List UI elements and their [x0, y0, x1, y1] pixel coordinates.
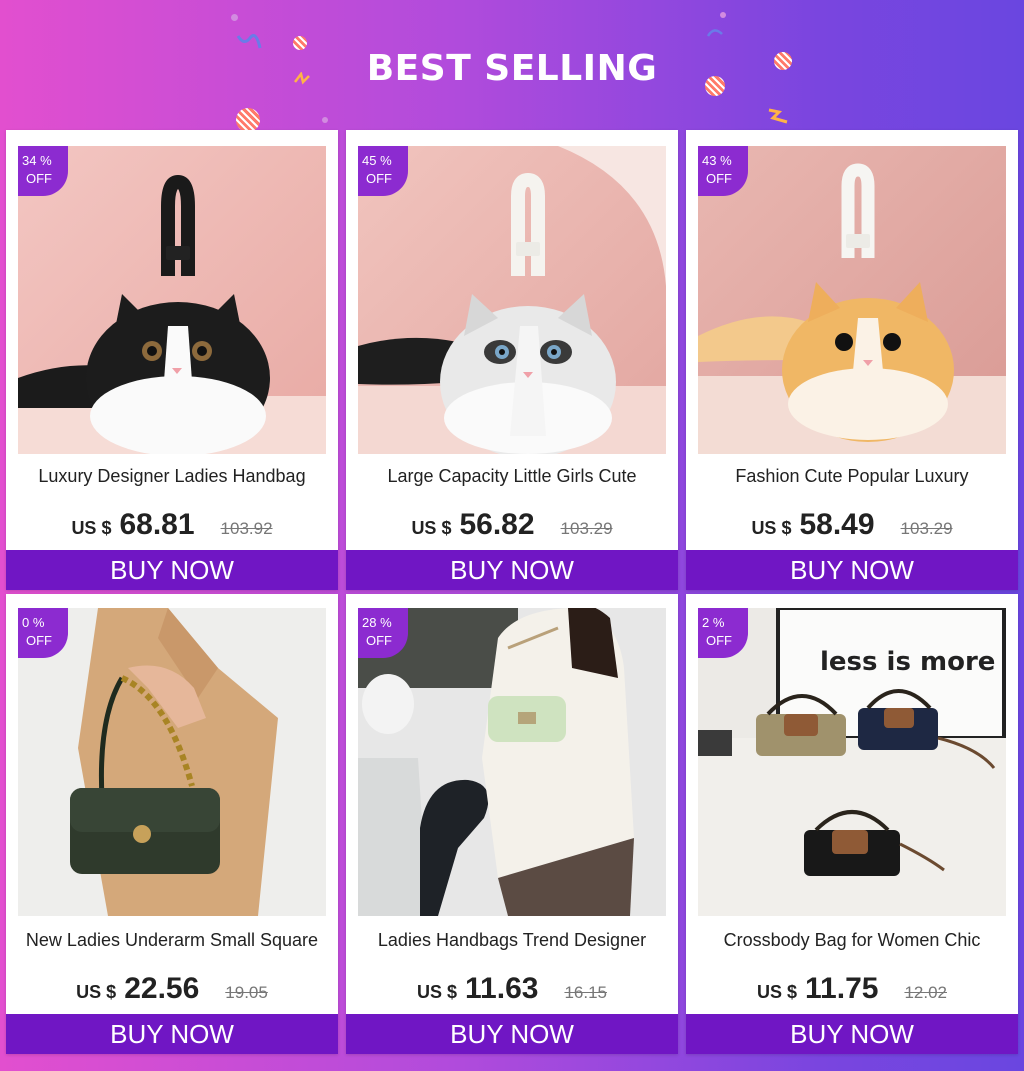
original-price: 16.15: [564, 983, 607, 1002]
product-title[interactable]: Large Capacity Little Girls Cute: [346, 466, 678, 487]
discount-badge: 45 % OFF: [358, 146, 408, 196]
product-title[interactable]: Luxury Designer Ladies Handbag: [6, 466, 338, 487]
product-title[interactable]: Ladies Handbags Trend Designer: [346, 930, 678, 951]
product-title[interactable]: New Ladies Underarm Small Square: [6, 930, 338, 951]
confetti-dot: [720, 12, 726, 18]
buy-now-button[interactable]: BUY NOW: [346, 1014, 678, 1054]
discount-badge: 43 % OFF: [698, 146, 748, 196]
sale-price: 68.81: [119, 508, 195, 541]
buy-now-button[interactable]: BUY NOW: [686, 1014, 1018, 1054]
product-image[interactable]: [358, 146, 666, 454]
product-card[interactable]: 0 % OFF New Ladies Underarm Small Square…: [6, 594, 338, 1054]
product-card[interactable]: 28 % OFF Ladies Handbags Trend Designer …: [346, 594, 678, 1054]
currency-label: US $: [751, 518, 792, 538]
confetti-streamer: [768, 108, 788, 124]
poster-text: less is more: [820, 647, 995, 677]
price-row: US $ 56.82 103.29: [346, 508, 678, 548]
page-title: BEST SELLING: [366, 48, 658, 89]
price-row: US $ 11.63 16.15: [346, 972, 678, 1012]
currency-label: US $: [76, 982, 117, 1002]
confetti-dot: [231, 14, 238, 21]
buy-now-button[interactable]: BUY NOW: [686, 550, 1018, 590]
discount-badge: 28 % OFF: [358, 608, 408, 658]
discount-badge: 0 % OFF: [18, 608, 68, 658]
discount-badge: 2 % OFF: [698, 608, 748, 658]
confetti-ball: [236, 108, 260, 132]
product-image[interactable]: [358, 608, 666, 916]
original-price: 103.29: [560, 519, 613, 538]
product-image[interactable]: [18, 146, 326, 454]
price-row: US $ 68.81 103.92: [6, 508, 338, 548]
sale-price: 11.75: [805, 972, 879, 1005]
currency-label: US $: [71, 518, 112, 538]
product-title[interactable]: Fashion Cute Popular Luxury: [686, 466, 1018, 487]
price-row: US $ 11.75 12.02: [686, 972, 1018, 1012]
product-card[interactable]: 34 % OFF Luxury Designer Ladies Handbag …: [6, 130, 338, 590]
product-image[interactable]: less is more: [698, 608, 1006, 916]
original-price: 12.02: [904, 983, 947, 1002]
product-card[interactable]: 45 % OFF Large Capacity Little Girls Cut…: [346, 130, 678, 590]
original-price: 103.29: [900, 519, 953, 538]
currency-label: US $: [417, 982, 458, 1002]
sale-price: 58.49: [799, 508, 875, 541]
product-image[interactable]: [18, 608, 326, 916]
product-card[interactable]: 43 % OFF Fashion Cute Popular Luxury US …: [686, 130, 1018, 590]
product-title[interactable]: Crossbody Bag for Women Chic: [686, 930, 1018, 951]
confetti-streamer: [706, 29, 723, 37]
buy-now-button[interactable]: BUY NOW: [6, 1014, 338, 1054]
buy-now-button[interactable]: BUY NOW: [6, 550, 338, 590]
sale-price: 56.82: [459, 508, 535, 541]
original-price: 19.05: [225, 983, 268, 1002]
product-card[interactable]: less is more 2 % OFF Crossbody Bag for W…: [686, 594, 1018, 1054]
currency-label: US $: [757, 982, 798, 1002]
sale-price: 11.63: [465, 972, 539, 1005]
price-row: US $ 22.56 19.05: [6, 972, 338, 1012]
discount-badge: 34 % OFF: [18, 146, 68, 196]
product-image[interactable]: [698, 146, 1006, 454]
buy-now-button[interactable]: BUY NOW: [346, 550, 678, 590]
sale-price: 22.56: [124, 972, 200, 1005]
confetti-dot: [322, 117, 328, 123]
currency-label: US $: [411, 518, 452, 538]
original-price: 103.92: [220, 519, 273, 538]
price-row: US $ 58.49 103.29: [686, 508, 1018, 548]
